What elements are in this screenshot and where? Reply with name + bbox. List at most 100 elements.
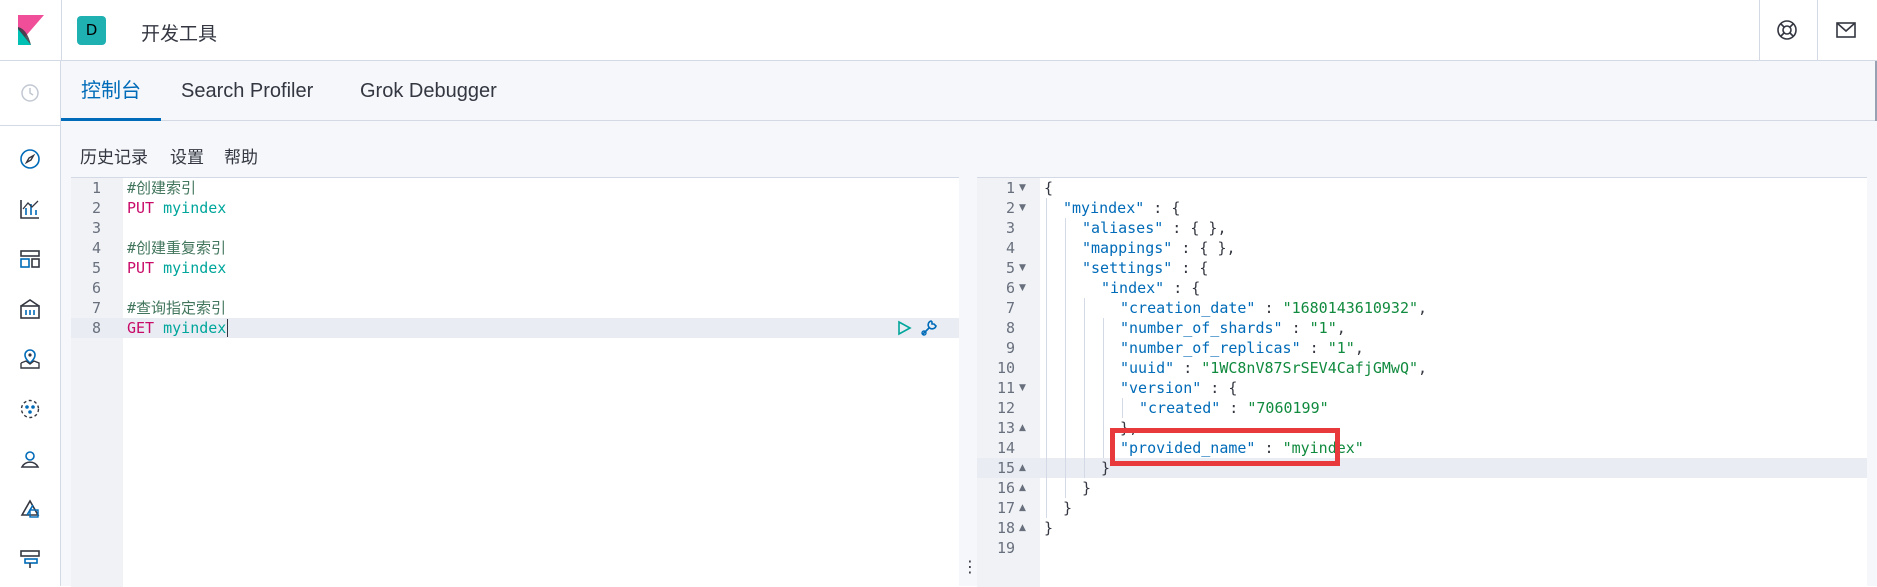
indent-guide [1065,218,1066,498]
fold-toggle-icon[interactable]: ▲ [1019,523,1026,533]
fold-toggle-icon[interactable]: ▲ [1019,503,1026,513]
json-line: "aliases" : { }, [1082,218,1227,238]
apm-icon[interactable] [18,497,42,521]
line-number: 19 [996,539,1015,557]
line-number: 6 [91,279,101,297]
recently-viewed-clock-icon[interactable] [18,81,42,105]
uptime-icon[interactable] [18,547,42,571]
json-line: "myindex" : { [1063,198,1180,218]
ml-icon[interactable] [18,397,42,421]
fold-toggle-icon[interactable]: ▼ [1019,263,1026,273]
line-number: 1 [91,179,101,197]
play-icon[interactable] [896,320,912,336]
top-header: D 开发工具 [0,0,1877,61]
line-number: 15 [996,459,1015,477]
json-value: "1WC8nV87SrSEV4CafjGMwQ" [1201,359,1419,377]
header-divider [1759,0,1760,61]
console-panes: 1 2 3 4 5 6 7 8 #创建索引 PUT myindex #创建重复索… [61,177,1877,587]
http-method: PUT [127,259,155,277]
line-number: 4 [91,239,101,257]
json-punct: : [1220,399,1248,417]
help-icon[interactable] [1775,18,1799,42]
json-punct: : { [1144,199,1181,217]
line-number: 14 [996,439,1015,457]
line-number: 9 [1005,339,1015,357]
json-brace: } [1044,519,1054,537]
metrics-icon[interactable] [18,447,42,471]
json-brace: } [1063,499,1073,517]
json-line: "index" : { [1101,278,1200,298]
tab-search-profiler[interactable]: Search Profiler [181,61,313,121]
text-cursor [227,319,229,337]
request-path: myindex [163,199,227,217]
json-brace: } [1082,479,1092,497]
request-path: myindex [163,259,227,277]
fold-toggle-icon[interactable]: ▼ [1019,383,1026,393]
dashboard-icon[interactable] [18,247,42,271]
json-punct: : { [1164,279,1201,297]
request-editor[interactable]: 1 2 3 4 5 6 7 8 #创建索引 PUT myindex #创建重复索… [71,177,959,587]
fold-toggle-icon[interactable]: ▼ [1019,283,1026,293]
json-line: "number_of_replicas" : "1", [1120,338,1364,358]
json-punct: : { [1172,259,1209,277]
line-number: 18 [996,519,1015,537]
fold-toggle-icon[interactable]: ▲ [1019,423,1026,433]
tab-console[interactable]: 控制台 [61,61,161,121]
fold-toggle-icon[interactable]: ▲ [1019,483,1026,493]
json-line: "number_of_shards" : "1", [1120,318,1346,338]
code-line: PUT myindex [127,198,226,218]
visualize-chart-icon[interactable] [18,197,42,221]
code-line: PUT myindex [127,258,226,278]
json-punct: : { }, [1172,239,1236,257]
indent-guide [1046,198,1047,518]
json-punct: : [1282,319,1310,337]
discover-compass-icon[interactable] [18,147,42,171]
line-number: 3 [1005,219,1015,237]
code-line: #创建索引 [127,178,196,198]
line-number: 8 [1005,319,1015,337]
code-line: #创建重复索引 [127,238,226,258]
header-divider [61,0,62,61]
json-key: "myindex" [1063,199,1145,217]
json-line: "uuid" : "1WC8nV87SrSEV4CafjGMwQ", [1120,358,1427,378]
code-line: #查询指定索引 [127,298,226,318]
nav-divider [0,125,61,126]
header-divider [1817,0,1818,61]
settings-link[interactable]: 设置 [170,143,204,168]
maps-icon[interactable] [18,347,42,371]
mail-icon[interactable] [1834,18,1858,42]
space-avatar[interactable]: D [77,16,106,45]
line-number: 13 [996,419,1015,437]
indent-guide [1103,318,1104,458]
json-punct: , [1354,339,1364,357]
json-key: "uuid" [1120,359,1175,377]
line-number: 17 [996,499,1015,517]
fold-toggle-icon[interactable]: ▼ [1019,203,1026,213]
line-number: 7 [1005,299,1015,317]
fold-toggle-icon[interactable]: ▲ [1019,463,1026,473]
fold-toggle-icon[interactable]: ▼ [1019,183,1026,193]
json-key: "aliases" [1082,219,1164,237]
comment-text: #创建重复索引 [127,239,227,257]
json-punct: : { }, [1163,219,1227,237]
history-link[interactable]: 历史记录 [80,143,148,168]
json-line: "mappings" : { }, [1082,238,1236,258]
comment-text: #创建索引 [127,179,197,197]
tab-grok-debugger[interactable]: Grok Debugger [360,61,497,121]
json-key: "number_of_shards" [1120,319,1283,337]
help-link[interactable]: 帮助 [224,143,258,168]
app-title: 开发工具 [141,23,218,45]
json-line: } [1063,498,1072,518]
code-line: GET myindex [127,318,229,338]
json-line: "created" : "7060199" [1139,398,1329,418]
json-key: "mappings" [1082,239,1173,257]
pane-resizer-handle[interactable]: ⋮ [962,557,978,576]
kibana-logo-icon[interactable] [18,15,44,45]
side-navigation [0,61,61,586]
json-value: "7060199" [1247,399,1329,417]
json-punct: , [1418,299,1428,317]
canvas-icon[interactable] [18,297,42,321]
wrench-icon[interactable] [919,318,939,338]
line-number: 16 [996,479,1015,497]
request-path: myindex [163,319,227,337]
